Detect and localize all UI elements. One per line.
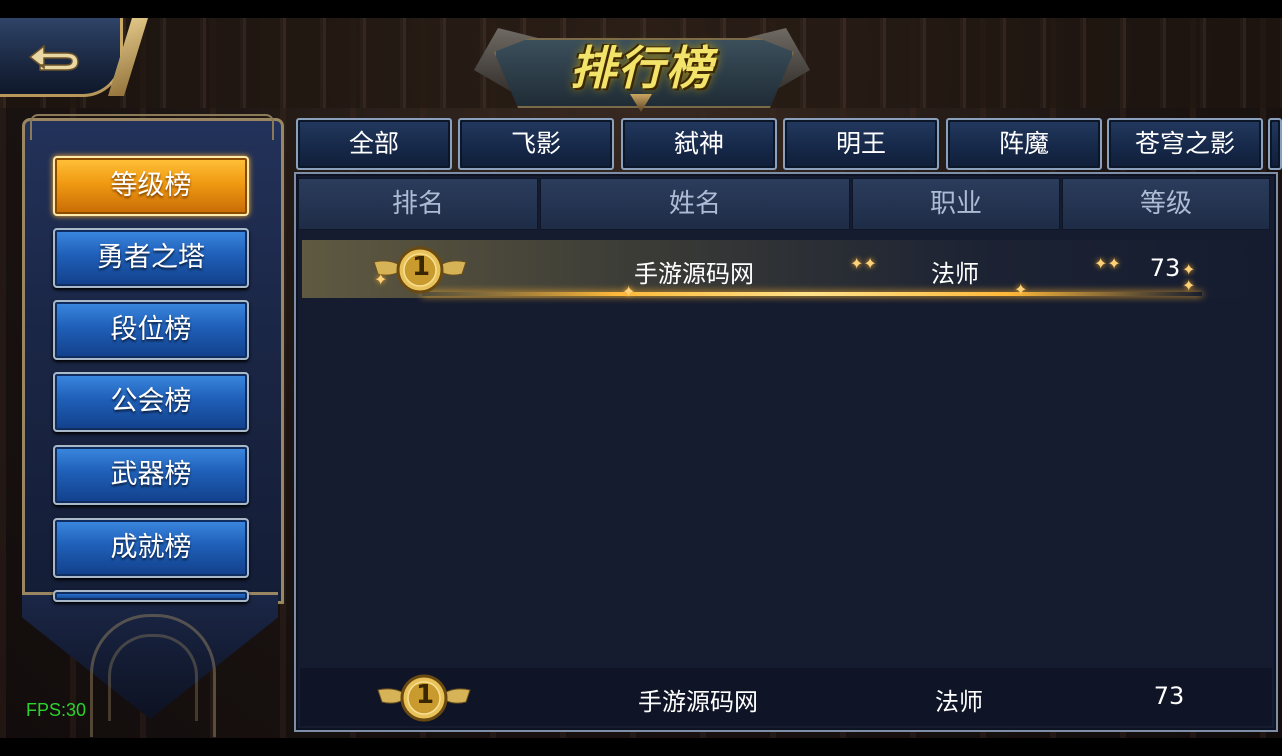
tab-all[interactable]: 全部: [296, 118, 452, 170]
column-header-level: 等级: [1062, 178, 1270, 230]
column-header-rank: 排名: [298, 178, 538, 230]
my-rank-level: 73: [1153, 682, 1185, 710]
top-letterbox: [0, 0, 1282, 18]
title-banner: 排行榜: [474, 20, 810, 112]
sidebar-item-weapon-rank[interactable]: 武器榜: [53, 445, 249, 505]
sidebar-item-more[interactable]: [53, 590, 249, 602]
panel-arc-ornament-inner: [108, 634, 198, 721]
fps-counter: FPS:30: [26, 700, 87, 720]
my-rank-name: 手游源码网: [638, 688, 758, 716]
tab-mingwang[interactable]: 明王: [783, 118, 939, 170]
sidebar-item-tier-rank[interactable]: 段位榜: [53, 300, 249, 360]
tab-zhenmo[interactable]: 阵魔: [946, 118, 1102, 170]
row-glow-effect: [422, 292, 1202, 296]
sparkle-icon: ✦: [374, 270, 388, 289]
table-row[interactable]: 1 手游源码网 法师 73 ✦ ✦✦ ✦✦ ✦ ✦ ✦ ✦: [302, 240, 1270, 301]
sidebar-item-level-rank[interactable]: 等级榜: [53, 156, 249, 216]
tab-more[interactable]: [1268, 118, 1282, 170]
ranking-table: 排名 姓名 职业 等级 1 手游源码网 法师 73 ✦ ✦✦ ✦✦ ✦ ✦ ✦ …: [294, 172, 1278, 732]
sparkle-icon: ✦: [1182, 276, 1196, 295]
rank-number: 1: [411, 252, 431, 282]
sparkle-icon: ✦: [1014, 280, 1028, 299]
column-header-name: 姓名: [540, 178, 850, 230]
player-name: 手游源码网: [634, 260, 754, 288]
sidebar-item-guild-rank[interactable]: 公会榜: [53, 372, 249, 432]
sparkle-icon: ✦✦: [1094, 254, 1121, 273]
sidebar-item-achievement-rank[interactable]: 成就榜: [53, 518, 249, 578]
my-rank-class: 法师: [935, 688, 983, 716]
ranking-category-panel: 等级榜 勇者之塔 段位榜 公会榜 武器榜 成就榜: [22, 114, 284, 737]
sparkle-icon: ✦: [622, 282, 636, 301]
sparkle-icon: ✦✦: [850, 254, 877, 273]
panel-top-cap: [30, 114, 274, 140]
tab-feiying[interactable]: 飞影: [458, 118, 614, 170]
player-level: 73: [1149, 254, 1181, 282]
my-rank-number: 1: [415, 680, 435, 710]
back-button[interactable]: [0, 18, 150, 97]
my-rank-row: 1 手游源码网 法师 73: [300, 668, 1272, 726]
page-title: 排行榜: [570, 41, 714, 95]
tab-cangqiong[interactable]: 苍穹之影: [1107, 118, 1263, 170]
back-arrow-icon: [28, 44, 79, 71]
column-header-class: 职业: [852, 178, 1060, 230]
tab-shishen[interactable]: 弑神: [621, 118, 777, 170]
sidebar-item-hero-tower[interactable]: 勇者之塔: [53, 228, 249, 288]
bottom-letterbox: [0, 738, 1282, 756]
